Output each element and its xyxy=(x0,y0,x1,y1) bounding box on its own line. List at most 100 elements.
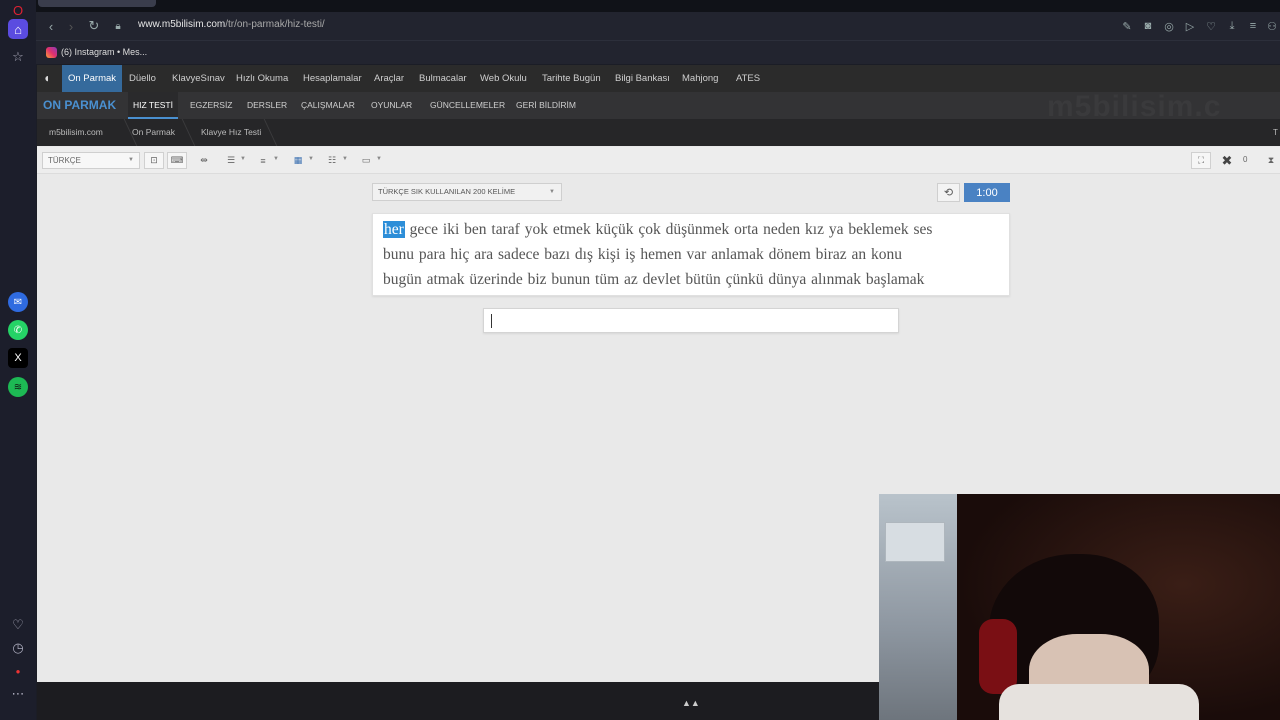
tab-dersler[interactable]: DERSLER xyxy=(247,92,287,119)
site-logo-icon[interactable]: ◖ xyxy=(43,72,53,85)
wordlist-select[interactable]: TÜRKÇE SIK KULLANILAN 200 KELİME ▼ xyxy=(372,183,562,201)
opera-logo-icon[interactable]: O xyxy=(8,0,28,20)
breadcrumb-on-parmak[interactable]: On Parmak xyxy=(132,119,175,146)
breadcrumb-separator xyxy=(172,119,196,146)
repeat-icon: ⟲ xyxy=(943,187,954,199)
headphone-icon xyxy=(979,619,1017,694)
rows-icon[interactable]: ☷ xyxy=(322,152,342,169)
bookmarks-bar: (6) Instagram • Mes... xyxy=(36,40,1280,64)
chevron-down-icon: ▼ xyxy=(273,156,279,162)
text-line-3: bugün atmak üzerinde biz bunun tüm az de… xyxy=(383,271,925,288)
chevron-down-icon: ▼ xyxy=(240,156,246,162)
hourglass-icon: ⧗ xyxy=(1267,155,1275,165)
app-logo-icon[interactable]: ▲▲ xyxy=(682,698,700,708)
nav-web-okulu[interactable]: Web Okulu xyxy=(480,65,527,92)
profile-icon[interactable]: ⚇ xyxy=(1265,19,1279,33)
text-line-1: her gece iki ben taraf yok etmek küçük ç… xyxy=(383,217,999,242)
lines-icon[interactable]: ☰ xyxy=(221,152,241,169)
breadcrumb-current: Klavye Hız Testi xyxy=(201,127,262,137)
edit-icon[interactable]: ✎ xyxy=(1120,19,1134,33)
webcam-person-clothing xyxy=(999,684,1199,720)
download-icon[interactable]: ⤓ xyxy=(1225,19,1239,33)
browser-sidebar: O ⌂ ☆ ✉ ✆ X ≋ ♡ ◷ ● ⋯ xyxy=(0,0,36,720)
favorite-heart-icon[interactable]: ♡ xyxy=(1204,19,1218,33)
reload-icon[interactable]: ↻ xyxy=(85,17,103,35)
url-field[interactable]: www.m5bilisim.com/tr/on-parmak/hiz-testi… xyxy=(138,19,325,30)
keyboard-toggle-icon[interactable]: ⌨ xyxy=(167,152,187,169)
webcam-shelf xyxy=(885,522,945,562)
grid-color-icon[interactable]: ▦ xyxy=(288,152,308,169)
close-icon[interactable]: ✖ xyxy=(1217,152,1237,169)
error-count: 0 xyxy=(1243,155,1248,164)
text-line-2: bunu para hiç ara sadece bazı dış kişi i… xyxy=(383,246,902,263)
chevron-down-icon: ▼ xyxy=(376,156,382,162)
home-icon[interactable]: ⌂ xyxy=(8,19,28,39)
align-icon[interactable]: ≡ xyxy=(253,152,273,169)
typing-input[interactable] xyxy=(483,308,899,333)
text-caret xyxy=(491,314,492,328)
language-select[interactable]: TÜRKÇE ▼ xyxy=(42,152,140,169)
language-switch[interactable]: T xyxy=(1273,119,1278,146)
chevron-down-icon: ▼ xyxy=(342,156,348,162)
tab-calismalar[interactable]: ÇALIŞMALAR xyxy=(301,92,355,119)
whatsapp-icon[interactable]: ✆ xyxy=(8,320,28,340)
nav-araclar[interactable]: Araçlar xyxy=(374,65,404,92)
address-bar: ‹ › ↻ 🔒︎ www.m5bilisim.com/tr/on-parmak/… xyxy=(36,12,1280,40)
current-word: her xyxy=(383,221,405,238)
nav-bilgi-bankasi[interactable]: Bilgi Bankası xyxy=(615,65,670,92)
vpn-icon[interactable]: ◎ xyxy=(1162,19,1176,33)
x-twitter-icon[interactable]: X xyxy=(8,348,28,368)
url-path: /tr/on-parmak/hiz-testi/ xyxy=(225,19,325,30)
arrows-icon[interactable]: ⇹ xyxy=(194,152,214,169)
more-icon[interactable]: ⋯ xyxy=(8,684,28,704)
chevron-down-icon: ▼ xyxy=(549,189,555,195)
menu-icon[interactable]: ≡ xyxy=(1246,19,1260,33)
heart-icon[interactable]: ♡ xyxy=(8,615,28,635)
nav-hesaplamalar[interactable]: Hesaplamalar xyxy=(303,65,362,92)
breadcrumb: m5bilisim.com On Parmak Klavye Hız Testi… xyxy=(37,119,1280,146)
nav-ates[interactable]: ATES xyxy=(736,65,760,92)
language-value: TÜRKÇE xyxy=(48,156,81,165)
chevron-down-icon: ▼ xyxy=(308,156,314,162)
spotify-icon[interactable]: ≋ xyxy=(8,377,28,397)
nav-on-parmak[interactable]: On Parmak xyxy=(62,65,123,92)
adblock-icon[interactable]: ● xyxy=(8,661,28,681)
settings-toolbar: TÜRKÇE ▼ ⊡ ⌨ ⇹ ☰ ▼ ≡ ▼ ▦ ▼ ☷ ▼ ▭ ▼ ⛶ ✖ 0 … xyxy=(37,147,1280,174)
nav-tarihte-bugun[interactable]: Tarihte Bugün xyxy=(542,65,601,92)
section-brand[interactable]: ON PARMAK xyxy=(43,98,116,112)
tab-geri-bildirim[interactable]: GERİ BİLDİRİM xyxy=(516,92,576,119)
active-tab[interactable] xyxy=(38,0,156,7)
tab-egzersiz[interactable]: EGZERSİZ xyxy=(190,92,233,119)
section-navigation: m5bilisim.c ON PARMAK HIZ TESTİ EGZERSİZ… xyxy=(37,90,1280,123)
nav-bulmacalar[interactable]: Bulmacalar xyxy=(419,65,467,92)
tab-oyunlar[interactable]: OYUNLAR xyxy=(371,92,412,119)
wordlist-value: TÜRKÇE SIK KULLANILAN 200 KELİME xyxy=(378,187,516,196)
url-host: www.m5bilisim.com xyxy=(138,19,226,30)
camera-icon[interactable]: ◙ xyxy=(1141,19,1155,33)
reset-button[interactable]: ⟲ xyxy=(937,183,960,202)
back-icon[interactable]: ‹ xyxy=(42,17,60,35)
nav-hizli-okuma[interactable]: Hızlı Okuma xyxy=(236,65,288,92)
breadcrumb-home[interactable]: m5bilisim.com xyxy=(49,119,103,146)
top-navigation: ◖ On Parmak Düello KlavyeSınav Hızlı Oku… xyxy=(37,65,1280,92)
nav-duello[interactable]: Düello xyxy=(129,65,156,92)
tab-hiz-testi[interactable]: HIZ TESTİ xyxy=(128,92,178,119)
nav-klavyesinav[interactable]: KlavyeSınav xyxy=(172,65,225,92)
messenger-icon[interactable]: ✉ xyxy=(8,292,28,312)
tab-guncellemeler[interactable]: GÜNCELLEMELER xyxy=(430,92,505,119)
monitor-icon[interactable]: ▭ xyxy=(356,152,376,169)
chevron-down-icon: ▼ xyxy=(128,157,134,163)
history-clock-icon[interactable]: ◷ xyxy=(8,638,28,658)
typing-text-panel: her gece iki ben taraf yok etmek küçük ç… xyxy=(372,213,1010,296)
forward-icon[interactable]: › xyxy=(62,17,80,35)
star-icon[interactable]: ☆ xyxy=(8,47,28,67)
webcam-overlay xyxy=(879,494,1280,720)
nav-mahjong[interactable]: Mahjong xyxy=(682,65,718,92)
instagram-icon xyxy=(46,47,57,58)
keyboard-layout-icon[interactable]: ⊡ xyxy=(144,152,164,169)
bookmark-instagram[interactable]: (6) Instagram • Mes... xyxy=(61,47,147,57)
lock-icon: 🔒︎ xyxy=(115,20,121,32)
timer-display: 1:00 xyxy=(964,183,1010,202)
fullscreen-icon[interactable]: ⛶ xyxy=(1191,152,1211,169)
play-icon[interactable]: ▷ xyxy=(1183,19,1197,33)
